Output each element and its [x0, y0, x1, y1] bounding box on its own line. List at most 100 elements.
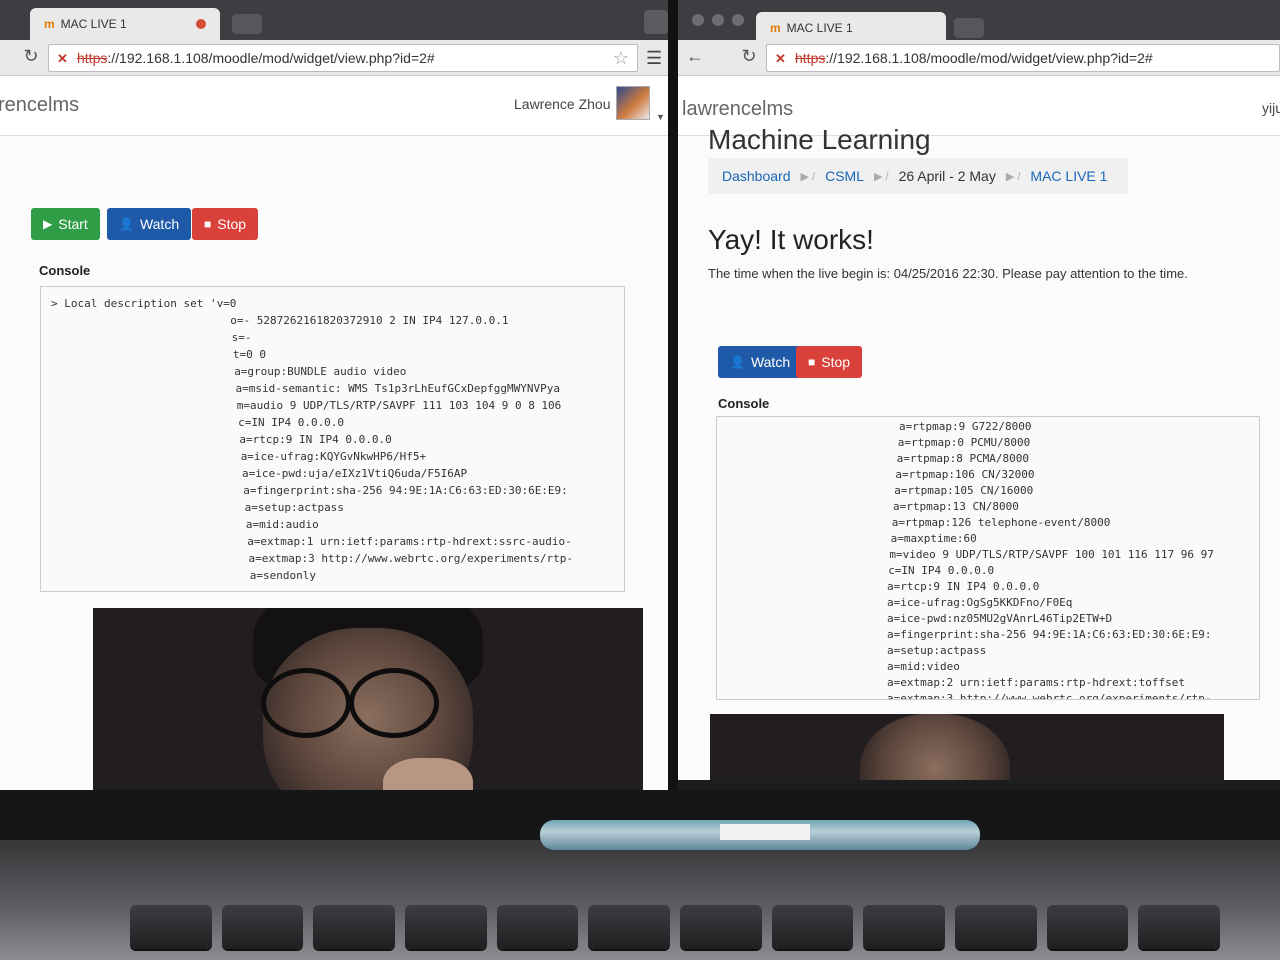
console-line: a=rtpmap:9 G722/8000: [899, 420, 1032, 433]
breadcrumb-mac-live[interactable]: MAC LIVE 1: [1030, 168, 1107, 184]
zoom-window-icon[interactable]: [732, 14, 744, 26]
console-label: Console: [39, 263, 91, 278]
breadcrumb: Dashboard ▶ / CSML ▶ / 26 April - 2 May …: [708, 158, 1128, 194]
minimize-window-icon[interactable]: [712, 14, 724, 26]
site-brand[interactable]: rencelms: [0, 94, 79, 117]
breadcrumb-week[interactable]: 26 April - 2 May: [899, 168, 996, 184]
console-line: t=0 0: [232, 348, 267, 361]
stop-label: Stop: [821, 354, 851, 370]
right-page-content: Machine Learning Dashboard ▶ / CSML ▶ / …: [678, 124, 1280, 780]
console-line: a=rtpmap:105 CN/16000: [894, 484, 1034, 497]
page-title: Yay! It works!: [708, 224, 874, 255]
course-title-partial: Machine Learning: [708, 124, 931, 155]
user-icon: 👤: [119, 217, 134, 231]
watch-button[interactable]: 👤 Watch: [718, 346, 803, 378]
window-divider: [668, 0, 678, 790]
local-video-preview[interactable]: [93, 608, 643, 790]
keyboard-key: [130, 905, 212, 949]
live-start-notice: The time when the live begin is: 04/25/2…: [708, 266, 1188, 281]
console-line: a=rtcp:9 IN IP4 0.0.0.0: [239, 433, 392, 446]
user-icon: 👤: [730, 355, 745, 369]
stop-button[interactable]: ■ Stop: [796, 346, 863, 378]
console-line: a=extmap:1 urn:ietf:params:rtp-hdrext:ss…: [247, 535, 572, 548]
stop-button[interactable]: ■ Stop: [192, 208, 259, 240]
right-address-bar[interactable]: ✕ https://192.168.1.108/moodle/mod/widge…: [766, 44, 1280, 72]
watch-label: Watch: [750, 354, 791, 370]
console-line: a=mid:video: [887, 660, 960, 673]
keyboard-key: [405, 905, 487, 949]
console-line: o=- 5287262161820372910 2 IN IP4 127.0.0…: [230, 314, 509, 327]
console-line: a=ice-pwd:nz05MU2gVAnrL46Tip2ETW+D: [887, 612, 1113, 625]
console-log[interactable]: > Local description set 'v=0 o=- 52872621…: [40, 286, 625, 592]
stop-label: Stop: [217, 216, 247, 232]
console-line: a=group:BUNDLE audio video: [234, 365, 407, 378]
start-button[interactable]: ▶ Start: [31, 208, 100, 240]
start-label: Start: [58, 216, 88, 232]
breadcrumb-csml[interactable]: CSML: [825, 168, 864, 184]
left-address-bar[interactable]: ✕ https://192.168.1.108/moodle/mod/widge…: [48, 44, 638, 72]
console-line: a=fingerprint:sha-256 94:9E:1A:C6:63:ED:…: [887, 628, 1212, 641]
video-frame-glasses-right: [349, 668, 439, 738]
console-line: a=extmap:3 http://www.webrtc.org/experim…: [248, 552, 574, 565]
keyboard-key: [1138, 905, 1221, 949]
left-browser-window: m MAC LIVE 1 ↻ ✕ https://192.168.1.108/m…: [0, 0, 668, 790]
remote-video-preview[interactable]: [710, 714, 1224, 780]
chevron-down-icon[interactable]: ▼: [656, 112, 665, 122]
left-tab-title: MAC LIVE 1: [60, 17, 127, 31]
breadcrumb-separator-icon: ▶ /: [1005, 170, 1021, 183]
console-line: a=rtpmap:126 telephone-event/8000: [891, 516, 1111, 529]
left-new-tab-button[interactable]: [232, 14, 262, 34]
left-tabstrip: m MAC LIVE 1: [0, 0, 668, 40]
keyboard-key: [1046, 905, 1129, 949]
right-new-tab-button[interactable]: [954, 18, 984, 38]
window-controls[interactable]: [692, 14, 744, 26]
site-brand[interactable]: lawrencelms: [682, 98, 793, 121]
url-scheme: https: [795, 50, 826, 66]
pen-label: [720, 824, 810, 840]
tab-close-icon[interactable]: [196, 19, 206, 29]
avatar[interactable]: [616, 86, 650, 120]
console-label: Console: [718, 396, 770, 411]
left-tab-mac-live[interactable]: m MAC LIVE 1: [30, 8, 220, 40]
breadcrumb-separator-icon: ▶ /: [800, 170, 816, 183]
close-window-icon[interactable]: [692, 14, 704, 26]
console-line: a=maxptime:60: [890, 532, 977, 545]
user-name[interactable]: yiju: [1262, 100, 1280, 116]
console-line: a=rtcp:9 IN IP4 0.0.0.0: [887, 580, 1040, 593]
console-line: c=IN IP4 0.0.0.0: [238, 416, 345, 429]
stop-square-icon: ■: [808, 355, 816, 369]
video-frame-face: [860, 714, 1010, 780]
window-minimize-button[interactable]: [644, 10, 668, 34]
left-site-navbar: rencelms Lawrence Zhou ▼: [0, 76, 668, 136]
keyboard-key: [313, 905, 396, 949]
watch-button[interactable]: 👤 Watch: [107, 208, 192, 240]
keyboard-key: [588, 905, 671, 949]
console-line: a=ice-ufrag:KQYGvNkwHP6/Hf5+: [240, 450, 427, 463]
keyboard-function-row: [130, 905, 1221, 955]
left-toolbar: ↻ ✕ https://192.168.1.108/moodle/mod/wid…: [0, 40, 668, 76]
moodle-logo-icon: m: [44, 17, 55, 31]
console-line: a=setup:actpass: [887, 644, 987, 657]
console-line: a=rtpmap:8 PCMA/8000: [896, 452, 1030, 465]
console-line: c=IN IP4 0.0.0.0: [888, 564, 995, 577]
keyboard-key: [496, 905, 579, 949]
reload-icon[interactable]: ↻: [738, 46, 760, 67]
console-line: m=audio 9 UDP/TLS/RTP/SAVPF 111 103 104 …: [236, 399, 562, 412]
keyboard-key: [771, 905, 854, 949]
breadcrumb-dashboard[interactable]: Dashboard: [722, 168, 791, 184]
browser-menu-icon[interactable]: ☰: [646, 48, 662, 69]
reload-icon[interactable]: ↻: [20, 46, 42, 67]
user-name[interactable]: Lawrence Zhou: [514, 96, 611, 112]
bookmark-star-icon[interactable]: ☆: [613, 48, 629, 69]
console-line: a=rtpmap:106 CN/32000: [895, 468, 1035, 481]
video-frame-glasses-left: [261, 668, 351, 738]
keyboard-key: [955, 905, 1037, 949]
console-line: m=video 9 UDP/TLS/RTP/SAVPF 100 101 116 …: [889, 548, 1214, 561]
keyboard-key: [680, 905, 762, 949]
back-arrow-icon[interactable]: ←: [684, 46, 706, 67]
console-log[interactable]: a=rtpmap:9 G722/8000 a=rtpmap:0 PCMU/8000…: [716, 416, 1260, 700]
insecure-lock-icon: ✕: [57, 51, 68, 66]
console-line: a=sendonly: [249, 569, 317, 582]
keyboard-key: [863, 905, 946, 949]
console-line: a=extmap:2 urn:ietf:params:rtp-hdrext:to…: [887, 676, 1186, 689]
